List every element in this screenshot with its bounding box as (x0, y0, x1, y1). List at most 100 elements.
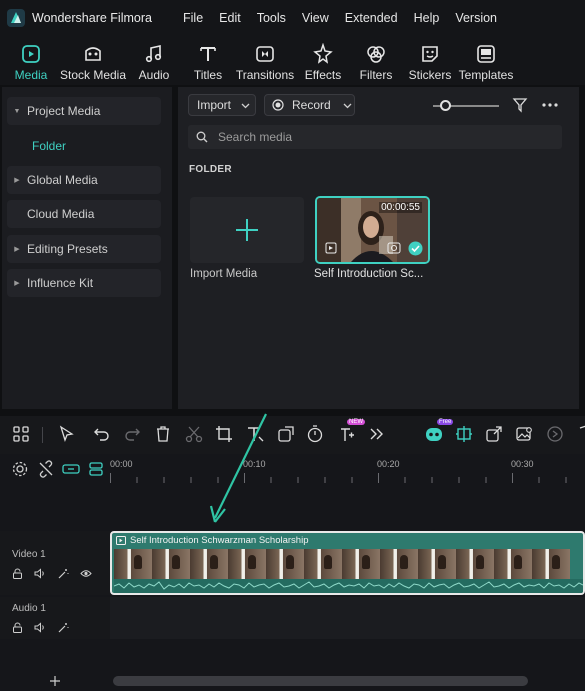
layout-grid-icon[interactable] (11, 424, 31, 444)
clip-filmstrip (114, 549, 583, 579)
new-badge: NEW (347, 419, 365, 425)
tab-titles[interactable]: Titles (184, 35, 232, 85)
add-track-plus-icon[interactable] (49, 675, 61, 687)
auto-ripple-icon[interactable] (87, 460, 105, 478)
chevron-down-icon (241, 103, 250, 108)
filmstrip-frame (266, 549, 304, 579)
lock-icon[interactable] (12, 568, 23, 579)
checkmark-icon (408, 241, 423, 256)
toolbar-divider (42, 427, 43, 443)
sidebar-item-project-media[interactable]: ▼ Project Media (7, 97, 161, 125)
import-media-label: Import Media (190, 268, 258, 280)
media-clip-thumbnail[interactable]: 00:00:55 (315, 196, 430, 264)
stock-media-icon (85, 47, 101, 61)
tab-media[interactable]: Media (0, 35, 62, 85)
speaker-icon[interactable] (34, 622, 46, 633)
filter-icon[interactable] (512, 97, 528, 113)
import-dropdown[interactable]: Import (188, 94, 256, 116)
more-options-icon[interactable] (541, 97, 559, 113)
filmstrip-frame (494, 549, 532, 579)
menu-tools[interactable]: Tools (249, 11, 294, 25)
timeline-video-clip[interactable]: Self Introduction Schwarzman Scholarship (110, 531, 585, 595)
timeline-ruler[interactable] (110, 472, 585, 483)
track-header-audio-1: Audio 1 (0, 597, 110, 639)
search-input[interactable] (218, 130, 538, 144)
filmora-logo-icon (7, 8, 25, 27)
undo-icon[interactable] (92, 424, 112, 444)
link-clips-icon[interactable] (61, 460, 81, 478)
select-pointer-icon[interactable] (57, 424, 77, 444)
stickers-icon (422, 46, 438, 62)
clip-duration: 00:00:55 (379, 202, 422, 213)
menu-version[interactable]: Version (447, 11, 505, 25)
search-bar (188, 125, 562, 149)
media-sidebar: ▼ Project Media Folder ▶ Global Media Cl… (2, 87, 172, 409)
tab-effects[interactable]: Effects (298, 35, 348, 85)
import-media-card[interactable] (190, 197, 304, 263)
ruler-ticks (110, 473, 567, 483)
media-clip-name: Self Introduction Sc... (314, 268, 424, 280)
magic-wand-icon[interactable] (57, 622, 69, 634)
eye-icon[interactable] (80, 568, 92, 579)
tab-templates[interactable]: Templates (456, 35, 516, 85)
audio-track-lane[interactable] (110, 597, 585, 639)
timeline-settings-gear-icon[interactable] (11, 460, 29, 478)
chevron-down-icon (343, 103, 352, 108)
record-dropdown[interactable]: Record (264, 94, 355, 116)
menu-help[interactable]: Help (406, 11, 448, 25)
filmstrip-frame (190, 549, 228, 579)
sidebar-item-cloud-media[interactable]: Cloud Media (7, 200, 161, 228)
tab-stickers[interactable]: Stickers (404, 35, 456, 85)
slider-handle[interactable] (440, 100, 451, 111)
ruler-label: 00:30 (511, 459, 534, 469)
menu-file[interactable]: File (175, 11, 211, 25)
timeline-horizontal-scrollbar[interactable] (113, 676, 528, 686)
more-tools-chevron-icon[interactable] (367, 424, 387, 444)
menu-bar: Wondershare Filmora File Edit Tools View… (0, 0, 585, 35)
clip-in-timeline-icon (387, 242, 401, 254)
shield-icon[interactable] (576, 424, 585, 444)
waveform-graphic (113, 581, 583, 590)
image-settings-icon[interactable] (514, 424, 534, 444)
sidebar-item-folder[interactable]: Folder (32, 139, 66, 153)
ai-copilot-icon[interactable] (424, 424, 444, 444)
menu-extended[interactable]: Extended (337, 11, 406, 25)
lock-icon[interactable] (12, 622, 23, 633)
sidebar-item-global-media[interactable]: ▶ Global Media (7, 166, 161, 194)
marker-icon[interactable] (454, 424, 474, 444)
sidebar-item-editing-presets[interactable]: ▶ Editing Presets (7, 235, 161, 263)
filmstrip-frame (532, 549, 570, 579)
caret-down-icon: ▼ (13, 107, 21, 115)
redo-icon[interactable] (122, 424, 142, 444)
audio-icon (145, 45, 162, 63)
export-clip-icon[interactable] (484, 424, 504, 444)
speed-timer-icon[interactable] (305, 424, 325, 444)
magic-wand-icon[interactable] (57, 568, 69, 580)
unlink-icon[interactable] (37, 460, 55, 478)
speaker-icon[interactable] (34, 568, 46, 579)
filmstrip-frame (456, 549, 494, 579)
filmstrip-frame (114, 549, 152, 579)
delete-icon[interactable] (153, 424, 173, 444)
filmstrip-frame (228, 549, 266, 579)
timeline-clip-title: Self Introduction Schwarzman Scholarship (130, 535, 309, 546)
sync-icon[interactable] (545, 424, 565, 444)
tab-filters[interactable]: Filters (348, 35, 404, 85)
filters-icon (367, 46, 385, 63)
free-badge: Free (437, 419, 454, 425)
tab-stock-media[interactable]: Stock Media (60, 35, 126, 85)
media-library: Import Record FOLDER Import Media 00:00:… (178, 87, 579, 409)
tab-audio[interactable]: Audio (124, 35, 184, 85)
ruler-label: 00:00 (110, 459, 133, 469)
plus-icon (236, 219, 258, 241)
sidebar-item-influence-kit[interactable]: ▶ Influence Kit (7, 269, 161, 297)
tab-transitions[interactable]: Transitions (232, 35, 298, 85)
tool-ribbon: Media Stock Media Audio Titles Transitio… (0, 35, 585, 85)
ai-tool-icon[interactable] (337, 424, 357, 444)
app-title: Wondershare Filmora (32, 10, 152, 25)
menu-edit[interactable]: Edit (211, 11, 249, 25)
crop-zoom-icon[interactable] (276, 424, 296, 444)
split-scissors-icon[interactable] (184, 424, 204, 444)
menu-view[interactable]: View (294, 11, 337, 25)
transitions-icon (256, 46, 274, 62)
